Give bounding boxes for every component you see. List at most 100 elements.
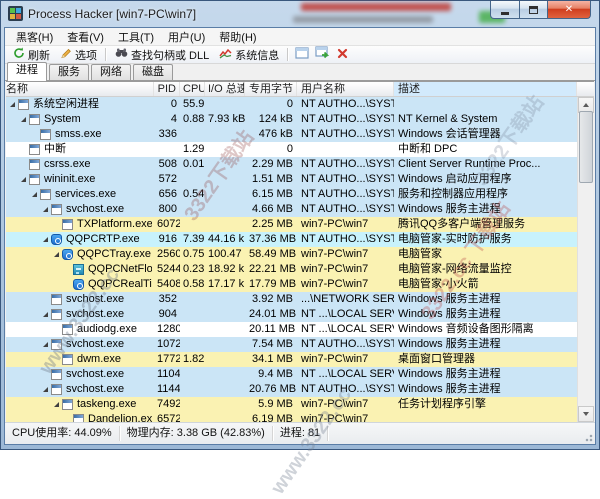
column-header-priv[interactable]: 专用字节	[245, 82, 297, 96]
tree-expand-icon[interactable]	[54, 402, 59, 407]
tree-expand-icon[interactable]	[43, 387, 48, 392]
process-row-svchost-exe[interactable]: svchost.exe8004.66 MBNT AUTHO...\SYSTEMW…	[6, 202, 577, 217]
process-row-qqpcrealti-[interactable]: QQPCRealTi...54080.5817.17 k...17.79 MBw…	[6, 277, 577, 292]
process-window-icon	[73, 414, 84, 422]
process-row-system[interactable]: System40.887.93 kB/s124 kBNT AUTHO...\SY…	[6, 112, 577, 127]
menu-item-1[interactable]: 查看(V)	[60, 28, 111, 46]
window-button[interactable]	[292, 47, 312, 63]
tab-磁盘[interactable]: 磁盘	[133, 64, 173, 81]
process-row-txplatform-exe[interactable]: TXPlatform.exe60722.25 MBwin7-PC\win7腾讯Q…	[6, 217, 577, 232]
cell-pid: 904	[154, 307, 180, 322]
process-row-svchost-exe[interactable]: svchost.exe3523.92 MB...\NETWORK SERVICE…	[6, 292, 577, 307]
process-row-svchost-exe[interactable]: svchost.exe90424.01 MBNT ...\LOCAL SERVI…	[6, 307, 577, 322]
exit-button[interactable]	[332, 47, 352, 63]
menu-item-4[interactable]: 帮助(H)	[212, 28, 263, 46]
scrollbar-thumb[interactable]	[579, 111, 593, 183]
tree-expand-icon[interactable]	[10, 102, 15, 107]
process-name: TXPlatform.exe	[77, 217, 152, 232]
process-window-icon	[51, 204, 62, 215]
resize-grip[interactable]	[582, 431, 594, 443]
blurred-ad-text	[293, 16, 433, 23]
qq-guard-shield-icon	[51, 234, 62, 245]
tree-expand-icon[interactable]	[54, 252, 59, 257]
cell-priv: 20.76 MB	[245, 382, 297, 397]
options-icon	[60, 47, 75, 62]
cell-name: dwm.exe	[6, 352, 154, 367]
qq-netflow-icon	[73, 264, 84, 275]
cell-priv: 24.01 MB	[245, 307, 297, 322]
process-window-icon	[40, 129, 51, 140]
cell-user: NT AUTHO...\SYSTEM	[297, 157, 394, 172]
cell-desc: Windows 服务主进程	[394, 382, 577, 397]
tree-expand-icon[interactable]	[21, 177, 26, 182]
process-name: svchost.exe	[66, 382, 124, 397]
process-row-qqpctray-exe[interactable]: QQPCTray.exe25600.75100.47 k...58.49 MBw…	[6, 247, 577, 262]
process-row-dwm-exe[interactable]: dwm.exe17721.8234.1 MBwin7-PC\win7桌面窗口管理…	[6, 352, 577, 367]
window-title: Process Hacker [win7-PC\win7]	[28, 7, 196, 21]
toolbar-button-3[interactable]: 系统信息	[214, 47, 284, 63]
process-row-taskeng-exe[interactable]: taskeng.exe74925.9 MBwin7-PC\win7任务计划程序引…	[6, 397, 577, 412]
tab-网络[interactable]: 网络	[91, 64, 131, 81]
process-row-audiodg-exe[interactable]: audiodg.exe128020.11 MBNT ...\LOCAL SERV…	[6, 322, 577, 337]
tab-进程[interactable]: 进程	[7, 62, 47, 81]
toolbar-button-0[interactable]: 刷新	[8, 47, 55, 63]
column-header-desc[interactable]: 描述	[394, 82, 577, 96]
tree-expand-icon[interactable]	[21, 117, 26, 122]
scroll-down-button[interactable]	[578, 406, 594, 422]
tree-expand-icon[interactable]	[43, 207, 48, 212]
title-bar[interactable]: Process Hacker [win7-PC\win7] ✕	[1, 1, 599, 27]
cell-user: win7-PC\win7	[297, 397, 394, 412]
process-row-svchost-exe[interactable]: svchost.exe114420.76 MBNT AUTHO...\SYSTE…	[6, 382, 577, 397]
cell-name: QQPCRTP.exe	[6, 232, 154, 247]
cell-cpu: 55.91	[180, 97, 205, 112]
process-row--[interactable]: 中断1.290中断和 DPC	[6, 142, 577, 157]
process-row-smss-exe[interactable]: smss.exe336476 kBNT AUTHO...\SYSTEMWindo…	[6, 127, 577, 142]
toolbar-button-1[interactable]: 选项	[55, 47, 102, 63]
cell-cpu: 0.01	[180, 157, 205, 172]
tab-bar: 进程服务网络磁盘	[5, 64, 595, 81]
cell-desc: Windows 音频设备图形隔离	[394, 322, 577, 337]
close-button[interactable]: ✕	[547, 1, 591, 19]
process-row-services-exe[interactable]: services.exe6560.546.15 MBNT AUTHO...\SY…	[6, 187, 577, 202]
system-info-icon	[219, 47, 235, 62]
process-row-dandelion-exe[interactable]: Dandelion.exe65726.19 MBwin7-PC\win7	[6, 412, 577, 422]
tree-expand-icon[interactable]	[32, 192, 37, 197]
arrow-down-icon	[583, 412, 589, 416]
process-row-qqpcrtp-exe[interactable]: QQPCRTP.exe9167.3944.16 k...37.36 MBNT A…	[6, 232, 577, 247]
qq-guard-shield-icon	[62, 249, 73, 260]
cell-io: 18.92 k...	[205, 262, 245, 277]
column-header-user[interactable]: 用户名称	[297, 82, 394, 96]
minimize-button[interactable]	[490, 1, 520, 19]
vertical-scrollbar[interactable]	[577, 97, 594, 422]
tree-expand-icon[interactable]	[43, 237, 48, 242]
column-header-name[interactable]: 名称	[6, 82, 154, 96]
cell-desc: Windows 服务主进程	[394, 367, 577, 382]
menu-item-2[interactable]: 工具(T)	[111, 28, 161, 46]
process-row-wininit-exe[interactable]: wininit.exe5721.51 MBNT AUTHO...\SYSTEMW…	[6, 172, 577, 187]
process-row--[interactable]: 系统空闲进程055.910NT AUTHO...\SYSTEM	[6, 97, 577, 112]
cell-desc: Windows 服务主进程	[394, 292, 577, 307]
menu-item-0[interactable]: 黑客(H)	[9, 28, 60, 46]
column-header-cpu[interactable]: CPU	[180, 82, 205, 96]
menu-item-3[interactable]: 用户(U)	[161, 28, 212, 46]
process-row-svchost-exe[interactable]: svchost.exe10727.54 MBNT AUTHO...\SYSTEM…	[6, 337, 577, 352]
cell-desc: Windows 服务主进程	[394, 337, 577, 352]
cell-cpu: 1.82	[180, 352, 205, 367]
tree-expand-icon[interactable]	[43, 342, 48, 347]
process-row-qqpcnetflo-[interactable]: QQPCNetFlo...52440.2318.92 k...22.21 MBw…	[6, 262, 577, 277]
column-header-pid[interactable]: PID	[154, 82, 180, 96]
toolbar-button-2[interactable]: 查找句柄或 DLL	[110, 47, 214, 63]
tab-服务[interactable]: 服务	[49, 64, 89, 81]
toolbar-separator	[287, 48, 289, 61]
window-arrow-button[interactable]	[312, 47, 332, 63]
cell-priv: 476 kB	[245, 127, 297, 142]
cell-pid: 336	[154, 127, 180, 142]
maximize-button[interactable]	[519, 1, 548, 19]
cell-pid: 508	[154, 157, 180, 172]
process-row-svchost-exe[interactable]: svchost.exe11049.4 MBNT ...\LOCAL SERVIC…	[6, 367, 577, 382]
process-row-csrss-exe[interactable]: csrss.exe5080.012.29 MBNT AUTHO...\SYSTE…	[6, 157, 577, 172]
tree-expand-icon[interactable]	[43, 312, 48, 317]
column-header-io[interactable]: I/O 总速...	[205, 82, 245, 96]
cell-name: 中断	[6, 142, 154, 157]
cell-cpu: 7.39	[180, 232, 205, 247]
